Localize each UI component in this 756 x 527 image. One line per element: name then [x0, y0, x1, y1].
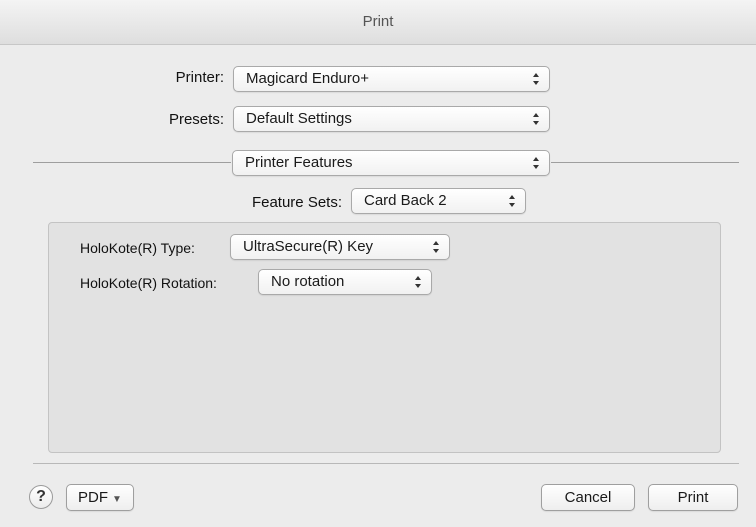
- popup-arrows-icon: [531, 110, 541, 128]
- holokote-rotation-label: HoloKote(R) Rotation:: [80, 275, 217, 291]
- popup-arrows-icon: [507, 192, 517, 210]
- printer-value: Magicard Enduro+: [246, 70, 369, 87]
- section-popup[interactable]: Printer Features: [232, 150, 550, 176]
- pdf-label: PDF: [78, 489, 108, 506]
- cancel-label: Cancel: [564, 489, 612, 506]
- section-value: Printer Features: [245, 154, 353, 171]
- title-bar: Print: [0, 0, 756, 45]
- dropdown-caret-icon: ▼: [112, 494, 122, 505]
- holokote-type-value: UltraSecure(R) Key: [243, 238, 374, 255]
- help-label: ?: [36, 488, 46, 505]
- popup-arrows-icon: [531, 70, 541, 88]
- holokote-type-popup[interactable]: UltraSecure(R) Key: [230, 234, 450, 260]
- popup-arrows-icon: [413, 273, 423, 291]
- footer-separator: [33, 463, 739, 464]
- presets-popup[interactable]: Default Settings: [233, 106, 550, 132]
- popup-arrows-icon: [431, 238, 441, 256]
- print-label: Print: [677, 489, 709, 506]
- window-title: Print: [362, 13, 394, 30]
- help-icon[interactable]: ?: [29, 485, 53, 509]
- section-separator-left: [33, 162, 231, 163]
- popup-arrows-icon: [531, 154, 541, 172]
- feature-sets-popup[interactable]: Card Back 2: [351, 188, 526, 214]
- holokote-rotation-value: No rotation: [271, 273, 345, 290]
- cancel-button[interactable]: Cancel: [541, 484, 635, 511]
- print-button[interactable]: Print: [648, 484, 738, 511]
- feature-sets-value: Card Back 2: [364, 192, 447, 209]
- holokote-rotation-popup[interactable]: No rotation: [258, 269, 432, 295]
- printer-popup[interactable]: Magicard Enduro+: [233, 66, 550, 92]
- presets-label: Presets:: [168, 111, 224, 128]
- feature-sets-label: Feature Sets:: [251, 194, 342, 211]
- section-separator-right: [551, 162, 739, 163]
- pdf-menu-button[interactable]: PDF ▼: [66, 484, 134, 511]
- printer-label: Printer:: [175, 69, 224, 86]
- holokote-type-label: HoloKote(R) Type:: [80, 240, 195, 256]
- presets-value: Default Settings: [246, 110, 352, 127]
